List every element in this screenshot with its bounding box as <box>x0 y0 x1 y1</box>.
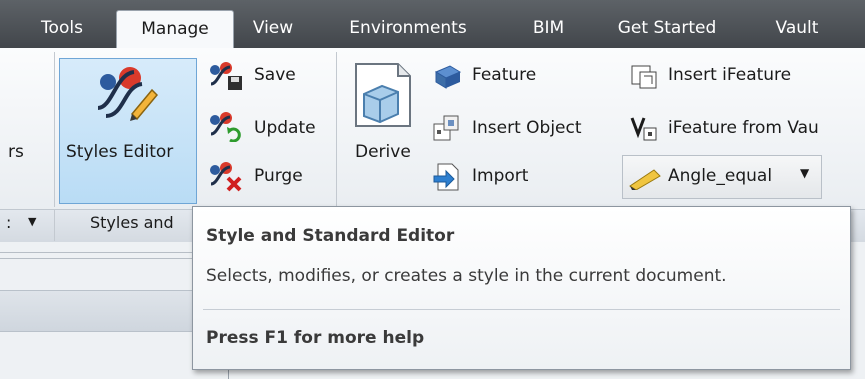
insert-object-label[interactable]: Insert Object <box>472 118 582 138</box>
purge-label[interactable]: Purge <box>254 166 303 186</box>
update-label[interactable]: Update <box>254 118 316 138</box>
save-label[interactable]: Save <box>254 65 296 85</box>
tab-tools[interactable]: Tools <box>27 10 97 48</box>
tab-get-started[interactable]: Get Started <box>608 10 726 48</box>
tab-view[interactable]: View <box>242 10 304 48</box>
tooltip-help-text: Press F1 for more help <box>206 328 425 348</box>
tooltip-title: Style and Standard Editor <box>206 226 455 246</box>
save-icon <box>210 62 242 90</box>
tooltip-description: Selects, modifies, or creates a style in… <box>206 266 727 286</box>
styles-editor-label: Styles Editor <box>66 142 174 162</box>
derive-label[interactable]: Derive <box>355 142 411 162</box>
insert-ifeature-icon <box>631 65 657 89</box>
group-styles-label: Styles and <box>90 213 174 232</box>
panel-divider <box>0 252 192 253</box>
ribbon-separator <box>336 52 337 207</box>
derive-icon[interactable] <box>348 60 416 130</box>
pencil-icon <box>629 169 661 190</box>
import-label[interactable]: Import <box>472 166 528 186</box>
partial-left-button-label[interactable]: rs <box>8 142 24 162</box>
ifeature-from-vault-icon <box>630 117 657 141</box>
group-expand-icon[interactable]: ▼ <box>28 215 36 228</box>
tab-bim[interactable]: BIM <box>521 10 576 48</box>
chevron-down-icon[interactable]: ▼ <box>800 166 809 180</box>
tab-vault[interactable]: Vault <box>758 10 836 48</box>
ifeature-from-vault-label[interactable]: iFeature from Vau <box>668 118 819 138</box>
feature-label[interactable]: Feature <box>472 65 536 85</box>
ribbon-separator <box>54 210 55 241</box>
tab-environments[interactable]: Environments <box>333 10 483 48</box>
import-icon <box>433 163 459 191</box>
tab-manage[interactable]: Manage <box>116 10 234 50</box>
tooltip-divider <box>203 309 840 310</box>
update-icon <box>210 112 241 142</box>
partial-group-label: : <box>6 213 12 232</box>
ribbon-separator <box>54 52 55 207</box>
purge-icon <box>210 162 242 192</box>
feature-icon <box>434 65 462 89</box>
panel-divider <box>0 258 192 259</box>
dropdown-selected-value: Angle_equal <box>668 166 773 186</box>
insert-ifeature-label[interactable]: Insert iFeature <box>668 65 791 85</box>
styles-editor-icon <box>97 67 158 121</box>
insert-object-icon <box>433 115 459 141</box>
